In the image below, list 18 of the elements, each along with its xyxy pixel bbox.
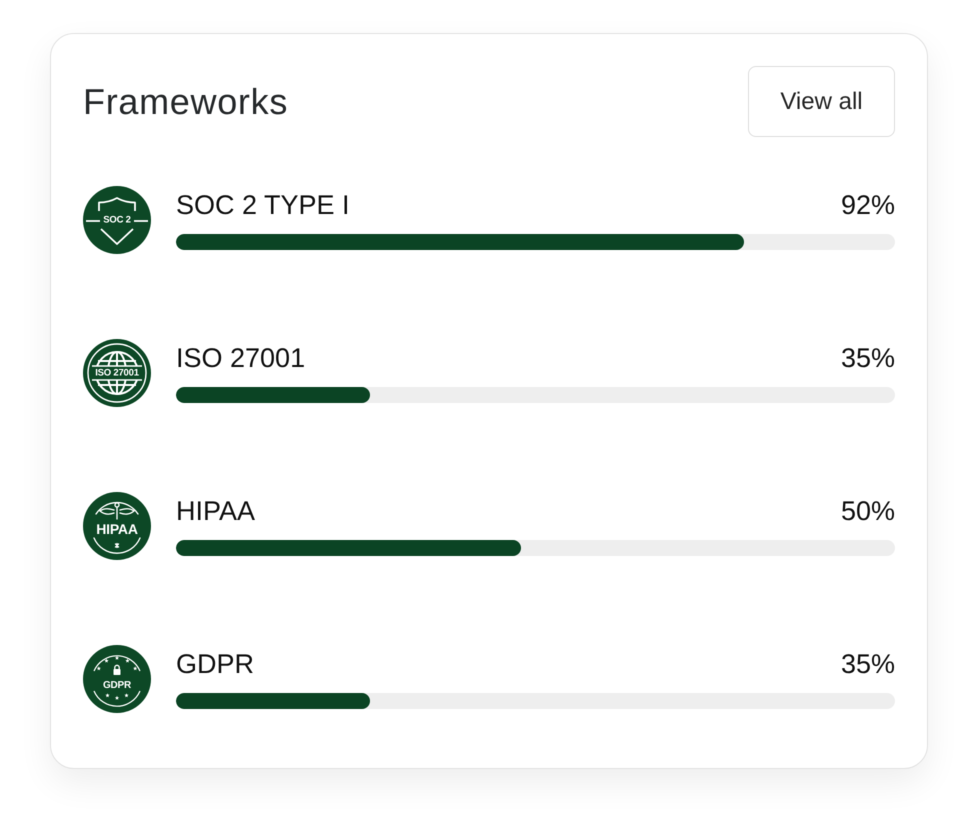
globe-icon [83, 339, 151, 407]
framework-percent: 35% [840, 649, 895, 679]
framework-name: GDPR [176, 649, 254, 679]
shield-icon [83, 186, 151, 254]
badge-label: GDPR [102, 681, 132, 691]
framework-name: HIPAA [176, 496, 256, 526]
view-all-button[interactable]: View all [748, 66, 895, 137]
winged-staff-icon [83, 492, 151, 560]
badge-label: ISO 27001 [95, 368, 139, 378]
framework-percent: 35% [840, 343, 895, 373]
framework-percent: 92% [840, 190, 895, 220]
card-title: Frameworks [83, 80, 288, 122]
framework-name: ISO 27001 [176, 343, 306, 373]
framework-name: SOC 2 TYPE I [176, 190, 350, 220]
framework-percent: 50% [840, 496, 895, 526]
badge-label: HIPAA [96, 522, 138, 536]
stars-lock-icon [83, 645, 151, 713]
badge-label: SOC 2 [103, 215, 131, 225]
